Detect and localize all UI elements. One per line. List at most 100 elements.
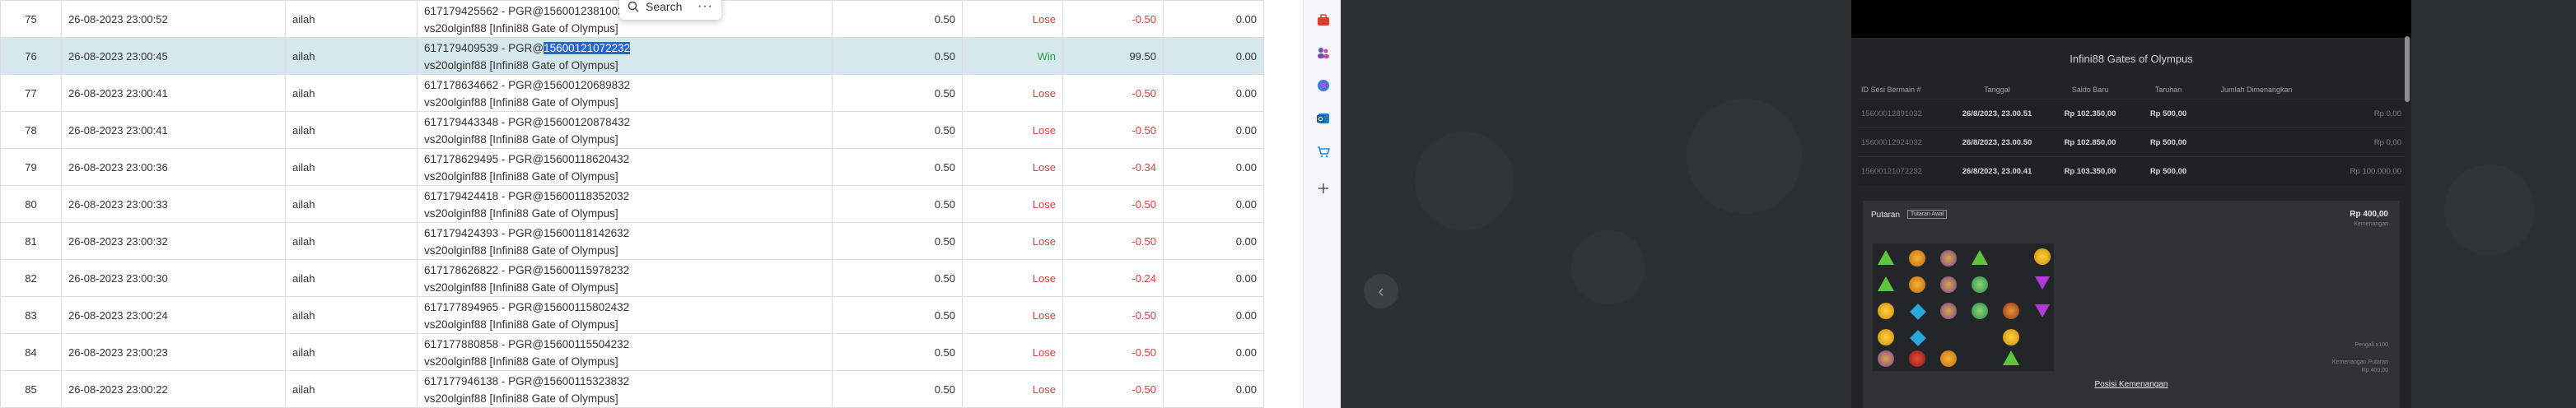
row-win-amount: -0.50 <box>1062 333 1164 371</box>
add-icon[interactable] <box>1316 181 1331 196</box>
row-transaction-id[interactable]: 617177946138 - PGR@15600115323832 <box>424 373 825 390</box>
session-id: 15600012891032 <box>1861 109 1922 118</box>
session-balance: Rp 102.850,00 <box>2064 137 2116 147</box>
round-win-label: Kemenangan Putaran <box>2331 359 2388 365</box>
scrollbar[interactable] <box>2405 36 2410 102</box>
table-row[interactable]: 76 26-08-2023 23:00:45 ailah 617179409539 -… <box>0 37 1264 75</box>
row-transaction-id[interactable]: 617178626822 - PGR@15600115978232 <box>424 262 825 279</box>
row-transaction-id[interactable]: 617178634662 - PGR@15600120689832 <box>424 76 825 94</box>
table-row[interactable]: 77 26-08-2023 23:00:41 ailah 617178634662 -… <box>0 74 1264 112</box>
table-row[interactable]: 79 26-08-2023 23:00:36 ailah 617178629495 -… <box>0 148 1264 186</box>
row-transaction-id[interactable]: 617179409539 - PGR@15600121072232 <box>424 39 825 57</box>
row-description[interactable]: 617178629495 - PGR@15600118620432 vs20olg… <box>417 148 833 186</box>
crown-icon <box>1909 276 1925 293</box>
shopping-icon[interactable] <box>1316 144 1331 159</box>
row-result: Lose <box>962 0 1063 38</box>
row-game-name: vs20olginf88 [Infini88 Gate of Olympus] <box>424 280 618 294</box>
row-username: ailah <box>285 0 418 38</box>
game-title: Infini88 Gates of Olympus <box>2070 53 2193 65</box>
row-bet: 0.50 <box>832 259 963 297</box>
previous-image-button[interactable]: ‹ <box>1364 274 1398 308</box>
row-bet: 0.50 <box>832 222 963 260</box>
table-row[interactable]: 80 26-08-2023 23:00:33 ailah 617179424418 -… <box>0 185 1264 223</box>
row-result: Lose <box>962 259 1063 297</box>
session-row[interactable]: 15600121072232 26/8/2023, 23.00.41 Rp 103.… <box>1858 156 2405 185</box>
row-transaction-id-text: 617179424418 - PGR@15600118352032 <box>424 189 630 202</box>
table-row[interactable]: 78 26-08-2023 23:00:41 ailah 617179443348 -… <box>0 111 1264 149</box>
copilot-icon[interactable] <box>1316 78 1331 93</box>
row-transaction-id[interactable]: 617177894965 - PGR@15600115802432 <box>424 299 825 316</box>
session-date: 26/8/2023, 23.00.51 <box>1962 109 2032 118</box>
search-popup-label[interactable]: Search <box>646 0 682 13</box>
row-datetime: 26-08-2023 23:00:32 <box>61 222 286 260</box>
game-history-screenshot: Infini88 Gates of Olympus ID Sesi Bermai… <box>1851 0 2411 408</box>
row-description[interactable]: 617177946138 - PGR@15600115323832 vs20olg… <box>417 370 833 408</box>
session-row[interactable]: 15600012924032 26/8/2023, 23.00.50 Rp 102.… <box>1858 128 2405 156</box>
session-date: 26/8/2023, 23.00.50 <box>1962 137 2032 147</box>
row-win-amount: -0.50 <box>1062 185 1164 223</box>
row-win-amount: -0.24 <box>1062 259 1164 297</box>
row-bet: 0.50 <box>832 111 963 149</box>
round-win-amount: Rp 400,00 <box>2361 368 2388 373</box>
row-description[interactable]: 617177894965 - PGR@15600115802432 vs20olg… <box>417 296 833 334</box>
row-transaction-id[interactable]: 617178629495 - PGR@15600118620432 <box>424 151 825 168</box>
row-game-name: vs20olginf88 [Infini88 Gate of Olympus] <box>424 95 618 109</box>
row-result: Lose <box>962 185 1063 223</box>
session-bet: Rp 500,00 <box>2149 109 2187 118</box>
session-table: ID Sesi Bermain # Tanggal Saldo Baru Tar… <box>1858 81 2405 185</box>
row-description[interactable]: 617179443348 - PGR@15600120878432 vs20olg… <box>417 111 833 149</box>
row-game-name: vs20olginf88 [Infini88 Gate of Olympus] <box>424 206 618 220</box>
row-balance: 0.00 <box>1163 296 1264 334</box>
session-row[interactable]: 15600012891032 26/8/2023, 23.00.51 Rp 102.… <box>1858 99 2405 128</box>
row-win-amount: 99.50 <box>1062 37 1164 75</box>
gold-gem-icon <box>2034 248 2051 265</box>
green-gem-icon <box>1878 276 1894 291</box>
row-balance: 0.00 <box>1163 111 1264 149</box>
row-username: ailah <box>285 370 418 408</box>
round-win-summary: Kemenangan Putaran Rp 400,00 <box>2332 359 2388 375</box>
row-game-name: vs20olginf88 [Infini88 Gate of Olympus] <box>424 58 618 72</box>
row-result: Lose <box>962 333 1063 371</box>
row-transaction-id[interactable]: 617179443348 - PGR@15600120878432 <box>424 114 825 131</box>
row-number: 79 <box>0 148 62 186</box>
table-row[interactable]: 81 26-08-2023 23:00:32 ailah 617179424393 -… <box>0 222 1264 260</box>
selected-text[interactable]: 15600121072232 <box>544 41 631 54</box>
briefcase-icon[interactable] <box>1316 13 1331 28</box>
row-datetime: 26-08-2023 23:00:41 <box>61 74 286 112</box>
table-row[interactable]: 85 26-08-2023 23:00:22 ailah 617177946138 -… <box>0 370 1264 408</box>
crown-icon <box>1940 350 1957 367</box>
browser-sidebar <box>1303 0 1342 408</box>
row-win-amount: -0.50 <box>1062 74 1164 112</box>
search-popup[interactable]: Search ··· <box>619 0 721 20</box>
round-label: Putaran <box>1871 211 1901 220</box>
outlook-icon[interactable] <box>1316 111 1331 126</box>
row-description[interactable]: 617179409539 - PGR@15600121072232 vs20olg… <box>417 37 833 75</box>
row-description[interactable]: 617178626822 - PGR@15600115978232 vs20olg… <box>417 259 833 297</box>
row-result: Lose <box>962 370 1063 408</box>
background-pattern <box>1571 230 1645 304</box>
people-icon[interactable] <box>1316 45 1331 60</box>
search-icon <box>628 1 639 12</box>
row-description[interactable]: 617177880858 - PGR@15600115504232 vs20olg… <box>417 333 833 371</box>
row-transaction-id[interactable]: 617179424418 - PGR@15600118352032 <box>424 188 825 205</box>
green-gem-icon <box>1972 250 1988 265</box>
session-table-header: ID Sesi Bermain # Tanggal Saldo Baru Tar… <box>1858 81 2405 99</box>
row-description[interactable]: 617178634662 - PGR@15600120689832 vs20olg… <box>417 74 833 112</box>
row-description[interactable]: 617179424418 - PGR@15600118352032 vs20olg… <box>417 185 833 223</box>
table-row[interactable]: 83 26-08-2023 23:00:24 ailah 617177894965 -… <box>0 296 1264 334</box>
row-description[interactable]: 617179424393 - PGR@15600118142632 vs20olg… <box>417 222 833 260</box>
row-transaction-id[interactable]: 617179424393 - PGR@15600118142632 <box>424 225 825 242</box>
table-row[interactable]: 84 26-08-2023 23:00:23 ailah 617177880858 -… <box>0 333 1264 371</box>
winning-position-link[interactable]: Posisi Kemenangan <box>1863 380 2400 389</box>
cup-icon <box>1972 276 1988 293</box>
more-options-icon[interactable]: ··· <box>698 0 713 14</box>
gold-gem-icon <box>1878 303 1894 319</box>
row-bet: 0.50 <box>832 333 963 371</box>
cup-icon <box>1972 303 1988 319</box>
row-result: Win <box>962 37 1063 75</box>
row-bet: 0.50 <box>832 0 963 38</box>
table-row[interactable]: 82 26-08-2023 23:00:30 ailah 617178626822 -… <box>0 259 1264 297</box>
row-transaction-id[interactable]: 617177880858 - PGR@15600115504232 <box>424 336 825 353</box>
row-balance: 0.00 <box>1163 74 1264 112</box>
row-transaction-id-text: 617177894965 - PGR@15600115802432 <box>424 300 630 313</box>
